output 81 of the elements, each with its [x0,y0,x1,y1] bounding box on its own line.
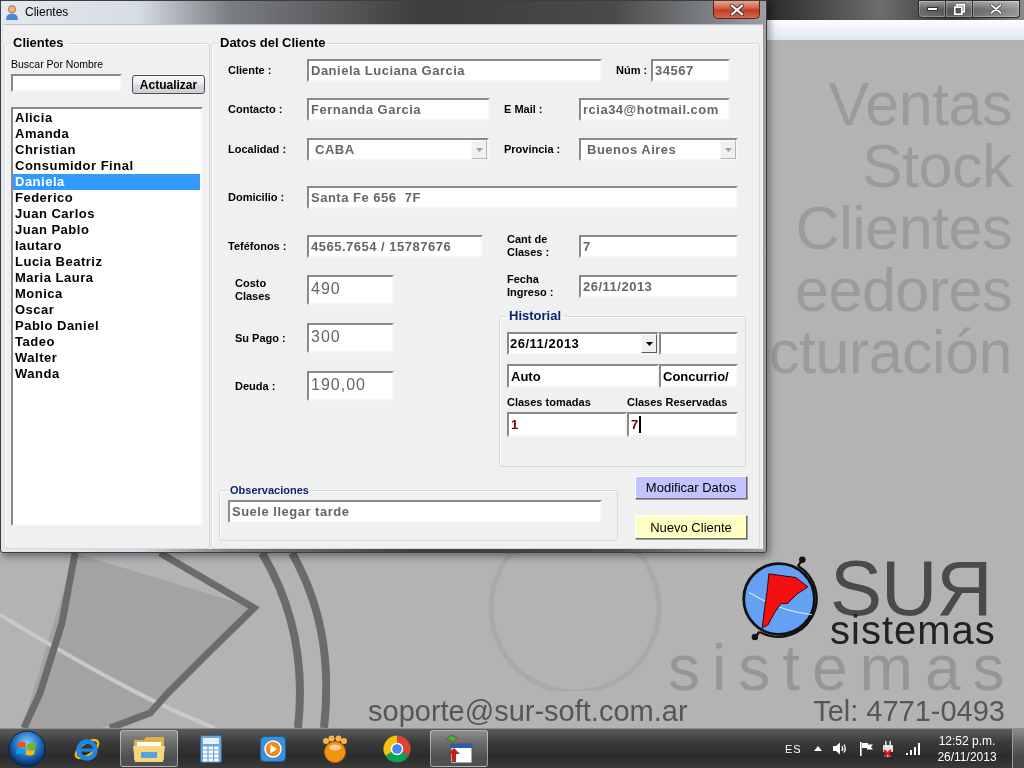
group-title: Clientes [12,35,65,51]
text-field[interactable]: Concurrio/ [659,364,738,388]
caret-down-icon [724,147,732,152]
list-item[interactable]: Oscar [13,302,200,318]
language-indicator[interactable]: ES [785,742,799,755]
caret-up-icon[interactable] [814,746,822,751]
field-label: Provincia : [504,143,562,156]
field-label: Núm : [616,64,649,77]
list-item[interactable]: Monica [13,286,200,302]
clock-time[interactable]: 12:52 p.m. [938,732,996,749]
wheel-logo-icon [383,734,411,763]
refresh-button[interactable]: Actualizar [132,75,205,94]
field-label: Domicilio : [228,191,286,204]
field-label: Cant de Clases : [507,233,551,259]
window-icon [445,733,473,764]
taskbar-button[interactable] [120,730,178,767]
field-label: Deuda : [235,379,277,393]
calculator-icon [200,734,222,763]
globe-logo-icon [740,555,820,641]
field-label: Teféfonos : [228,239,288,253]
power-plug-icon[interactable] [881,740,895,757]
list-item[interactable]: Walter [13,350,200,366]
field-label: E Mail : [504,103,544,116]
caret-down-icon [645,341,653,346]
taskbar-button[interactable] [430,730,488,767]
ball-icon [320,734,350,763]
clock-date[interactable]: 26/11/2013 [937,748,997,765]
restore-button[interactable] [946,0,973,18]
list-item[interactable]: Iautaro [13,238,200,254]
user-icon [5,4,19,20]
minimize-button[interactable] [918,0,946,18]
play-icon [260,735,286,762]
field-label: Localidad : [228,143,288,156]
close-icon [990,4,1002,14]
text-field[interactable]: 1 [507,412,627,437]
field-label: Su Pago : [235,331,287,345]
minimize-icon [926,7,938,11]
text-field[interactable]: 7 [627,412,738,437]
close-icon [729,3,744,16]
field-label: Contacto : [228,103,284,116]
dropdown-button[interactable] [641,334,657,353]
list-item[interactable]: Maria Laura [13,270,200,286]
show-desktop-button[interactable] [1012,729,1024,768]
group-title: Observaciones [229,483,310,497]
group-title: Historial [508,308,562,324]
close-button[interactable] [713,1,760,19]
list-item[interactable]: Alicia [13,110,200,126]
list-item[interactable]: Tadeo [13,334,200,350]
list-item[interactable]: Consumidor Final [13,158,200,174]
list-item[interactable]: Federico [13,190,200,206]
list-item[interactable]: Pablo Daniel [13,318,200,334]
new-client-button[interactable]: Nuevo Cliente [635,515,747,539]
flag-logo-icon [8,729,46,768]
list-item[interactable]: Christian [13,142,200,158]
folder-icon [133,735,165,762]
speaker-icon[interactable] [833,742,848,755]
flag-icon[interactable] [860,741,873,756]
text-field[interactable]: Auto [507,364,659,388]
phone-number: Tel: 4771-0493 [813,694,1005,728]
field-label: Costo Clases [235,277,272,303]
list-item[interactable]: Juan Carlos [13,206,200,222]
list-item[interactable]: Wanda [13,366,200,382]
window-title: Clientes [25,5,69,19]
support-email: soporte@sur-soft.com.ar [368,694,688,728]
caret-down-icon [475,147,483,152]
list-item[interactable]: Amanda [13,126,200,142]
field-label: Clases Reservadas [627,396,729,409]
restore-icon [953,3,965,15]
text-field[interactable] [659,332,738,355]
close-button[interactable] [973,0,1020,18]
search-label: Buscar Por Nombre [11,58,105,71]
list-item[interactable]: Juan Pablo [13,222,200,238]
field-label: Cliente : [228,64,273,77]
signal-bars-icon[interactable] [906,742,920,755]
list-item[interactable]: Lucia Beatriz [13,254,200,270]
modify-button[interactable]: Modificar Datos [635,476,747,499]
group-title: Datos del Cliente [219,35,327,51]
field-label: Fecha Ingreso : [507,273,555,299]
search-field[interactable] [11,74,122,92]
field-label: Clases tomadas [507,396,592,409]
dropdown-field[interactable]: 26/11/2013 [507,332,659,355]
